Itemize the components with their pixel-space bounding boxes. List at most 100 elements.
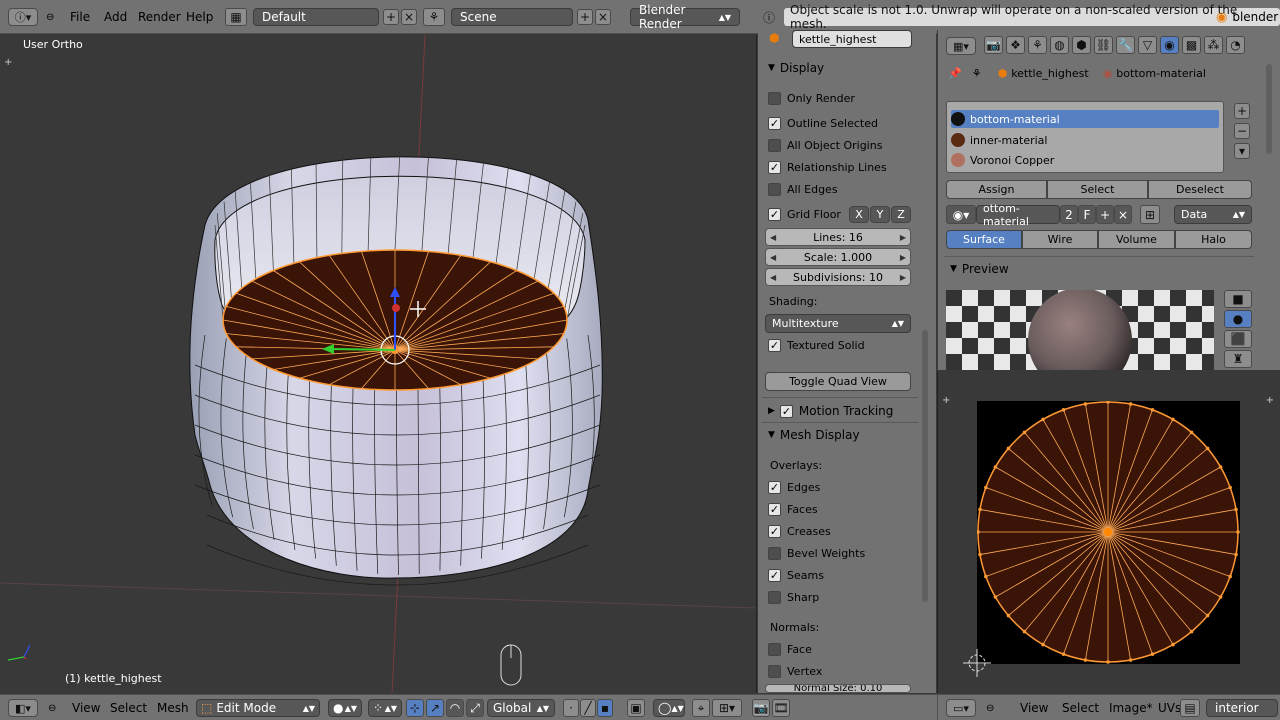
uv-editor-type-button[interactable]: ▭▾: [946, 699, 976, 717]
uv-vertex[interactable]: [1189, 430, 1194, 435]
remove-layout-icon[interactable]: ×: [401, 9, 417, 25]
translate-icon[interactable]: ↗: [426, 699, 444, 717]
screen-layout-selector[interactable]: ▦ Default + ×: [225, 8, 417, 26]
creases-checkbox[interactable]: ✓ Creases: [768, 523, 831, 539]
uv-vertex[interactable]: [1189, 629, 1194, 634]
uv-menu-view[interactable]: View: [1014, 699, 1054, 717]
material-browse-icon[interactable]: ◉▾: [946, 205, 976, 224]
textured-solid-checkbox[interactable]: ✓ Textured Solid: [768, 337, 865, 353]
preview-sphere-icon[interactable]: ●: [1224, 310, 1252, 328]
opengl-animation-icon[interactable]: 🎞: [772, 699, 790, 717]
collapse-menu-icon[interactable]: ⊖: [46, 8, 54, 26]
uv-vertex[interactable]: [984, 485, 988, 490]
image-name-field[interactable]: interior: [1206, 699, 1278, 717]
uv-vertex[interactable]: [978, 552, 982, 557]
limit-selection-icon[interactable]: ▣: [627, 699, 645, 717]
uv-vertex[interactable]: [1205, 613, 1210, 618]
uv-vertex[interactable]: [984, 574, 988, 579]
all-object-origins-checkbox[interactable]: All Object Origins: [768, 137, 882, 153]
uv-menu-select[interactable]: Select: [1056, 699, 1105, 717]
preview-flat-icon[interactable]: ■: [1224, 290, 1252, 308]
layout-grid-icon[interactable]: ▦: [225, 8, 247, 26]
uv-vertex[interactable]: [1128, 658, 1133, 662]
material-tab-icon[interactable]: ◉: [1160, 36, 1179, 54]
relationship-lines-checkbox[interactable]: ✓ Relationship Lines: [768, 159, 887, 175]
uv-vertex[interactable]: [1022, 430, 1027, 435]
uv-vertex[interactable]: [1006, 446, 1011, 451]
increment-arrow-icon[interactable]: ▶: [900, 273, 906, 282]
data-tab-icon[interactable]: ▽: [1138, 36, 1157, 54]
uv-vertex[interactable]: [1128, 402, 1133, 406]
outline-selected-checkbox[interactable]: ✓ Outline Selected: [768, 115, 878, 131]
material-link-dropdown[interactable]: Data ▲▼: [1174, 205, 1252, 224]
tab-volume[interactable]: Volume: [1098, 230, 1175, 249]
collapse-menu-icon[interactable]: ⊖: [986, 699, 994, 717]
uv-vertex[interactable]: [1234, 552, 1238, 557]
uv-vertex[interactable]: [978, 507, 982, 512]
grid-axis-x-toggle[interactable]: X: [849, 206, 869, 223]
mesh-display-panel-header[interactable]: ▼ Mesh Display: [768, 426, 860, 444]
menu-view[interactable]: View: [66, 699, 106, 717]
grid-subdivisions-field[interactable]: ◀ Subdivisions: 10 ▶: [765, 268, 911, 286]
render-layers-tab-icon[interactable]: ❖: [1006, 36, 1025, 54]
uv-vertex[interactable]: [1041, 642, 1045, 647]
properties-editor-type-button[interactable]: ▦▾: [946, 37, 976, 55]
menu-help[interactable]: Help: [180, 8, 219, 26]
menu-add[interactable]: Add: [98, 8, 133, 26]
uv-layout[interactable]: [977, 401, 1240, 664]
grid-lines-field[interactable]: ◀ Lines: 16 ▶: [765, 228, 911, 246]
uv-vertex[interactable]: [1228, 574, 1232, 579]
uv-vertex[interactable]: [993, 465, 998, 469]
pin-icon[interactable]: 📌: [948, 67, 962, 80]
scale-icon[interactable]: ⤢: [466, 699, 484, 717]
face-normals-checkbox[interactable]: Face: [768, 641, 812, 657]
scene-selector[interactable]: ⚘ Scene + ×: [423, 8, 611, 26]
scene-tab-icon[interactable]: ⚘: [1028, 36, 1047, 54]
edges-checkbox[interactable]: ✓ Edges: [768, 479, 820, 495]
normal-size-field[interactable]: Normal Size: 0.10: [765, 684, 911, 693]
material-name-field[interactable]: ottom-material: [976, 202, 1060, 228]
physics-tab-icon[interactable]: ◔: [1226, 36, 1245, 54]
seams-checkbox[interactable]: ✓ Seams: [768, 567, 824, 583]
sharp-checkbox[interactable]: Sharp: [768, 589, 819, 605]
uv-vertex[interactable]: [1171, 642, 1175, 647]
editor-type-button[interactable]: ◧▾: [8, 699, 38, 717]
uv-vertex[interactable]: [1218, 465, 1223, 469]
toolshelf-toggle-icon[interactable]: +: [4, 57, 12, 68]
new-material-icon[interactable]: +: [1096, 205, 1114, 224]
uv-vertex[interactable]: [1236, 530, 1240, 534]
face-select-icon[interactable]: ▪: [597, 699, 613, 717]
preview-cube-icon[interactable]: ⬛: [1224, 330, 1252, 348]
toggle-quad-view-button[interactable]: Toggle Quad View: [765, 372, 911, 391]
deselect-button[interactable]: Deselect: [1148, 180, 1252, 199]
uv-vertex[interactable]: [1022, 629, 1027, 634]
uv-menu-image[interactable]: Image*: [1103, 699, 1159, 717]
select-button[interactable]: Select: [1047, 180, 1148, 199]
info-icon[interactable]: ⓘ▾: [8, 8, 38, 26]
particles-tab-icon[interactable]: ⁂: [1204, 36, 1223, 54]
material-slot-item[interactable]: bottom-material: [951, 110, 1219, 128]
uv-vertex[interactable]: [1083, 658, 1088, 662]
node-material-icon[interactable]: ⊞: [1140, 205, 1160, 224]
info-editor-type-button[interactable]: ⓘ▾: [8, 8, 38, 26]
uv-vertex[interactable]: [1061, 408, 1066, 412]
scene-icon[interactable]: ⚘: [423, 8, 445, 26]
rotate-icon[interactable]: ◠: [446, 699, 464, 717]
viewport-canvas[interactable]: +: [0, 35, 757, 693]
uv-vertex[interactable]: [1171, 417, 1175, 422]
image-editor-icon[interactable]: ▭▾: [946, 699, 976, 717]
grid-floor-checkbox[interactable]: ✓ Grid Floor: [768, 206, 841, 222]
edge-select-icon[interactable]: ╱: [580, 699, 596, 717]
menu-render[interactable]: Render: [132, 8, 187, 26]
increment-arrow-icon[interactable]: ▶: [900, 233, 906, 242]
menu-file[interactable]: File: [64, 8, 96, 26]
material-users-count[interactable]: 2: [1060, 205, 1078, 224]
uv-vertex[interactable]: [1150, 652, 1155, 656]
render-engine-dropdown[interactable]: Blender Render ▲▼: [630, 3, 740, 31]
faces-checkbox[interactable]: ✓ Faces: [768, 501, 818, 517]
uv-vertex[interactable]: [1083, 402, 1088, 406]
uv-vertex[interactable]: [1106, 660, 1110, 664]
uv-toolshelf-toggle-icon[interactable]: +: [942, 395, 950, 406]
object-name-field[interactable]: kettle_highest: [792, 30, 912, 48]
snap-element-icon[interactable]: ⊞▾: [712, 699, 742, 717]
